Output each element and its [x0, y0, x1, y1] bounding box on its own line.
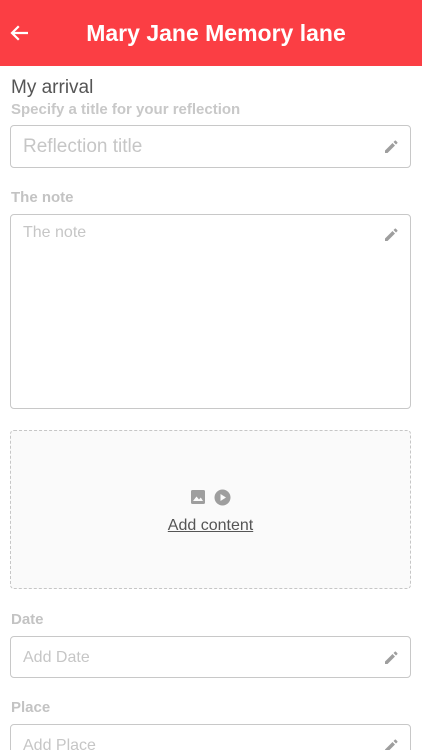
note-label: The note [11, 189, 74, 206]
reflection-title-placeholder: Reflection title [23, 136, 143, 157]
pencil-icon [385, 651, 398, 664]
image-icon [191, 490, 205, 504]
reflection-form: My arrival Specify a title for your refl… [0, 66, 422, 750]
reflection-title-field[interactable]: Reflection title [10, 125, 411, 168]
date-label: Date [11, 611, 44, 628]
arrow-left-icon [10, 25, 28, 41]
back-button[interactable] [8, 22, 30, 44]
add-content-link[interactable]: Add content [11, 516, 410, 536]
section-title: My arrival [11, 77, 94, 98]
pencil-icon [385, 739, 398, 750]
header-bar: Mary Jane Memory lane [0, 0, 422, 66]
pencil-icon [385, 140, 398, 153]
media-icons [11, 489, 410, 506]
place-label: Place [11, 699, 51, 716]
date-placeholder: Add Date [23, 649, 90, 666]
add-content-area[interactable]: Add content [10, 430, 411, 589]
note-placeholder: The note [23, 224, 87, 241]
play-icon [214, 489, 231, 506]
place-field[interactable]: Add Place [10, 724, 411, 750]
date-field[interactable]: Add Date [10, 636, 411, 678]
pencil-icon [385, 228, 398, 241]
section-subtitle: Specify a title for your reflection [11, 101, 241, 118]
place-placeholder: Add Place [23, 737, 96, 750]
app-screen: Mary Jane Memory lane My arrival Specify… [0, 0, 422, 750]
note-textarea[interactable]: The note [10, 214, 411, 409]
page-title: Mary Jane Memory lane [86, 20, 346, 46]
